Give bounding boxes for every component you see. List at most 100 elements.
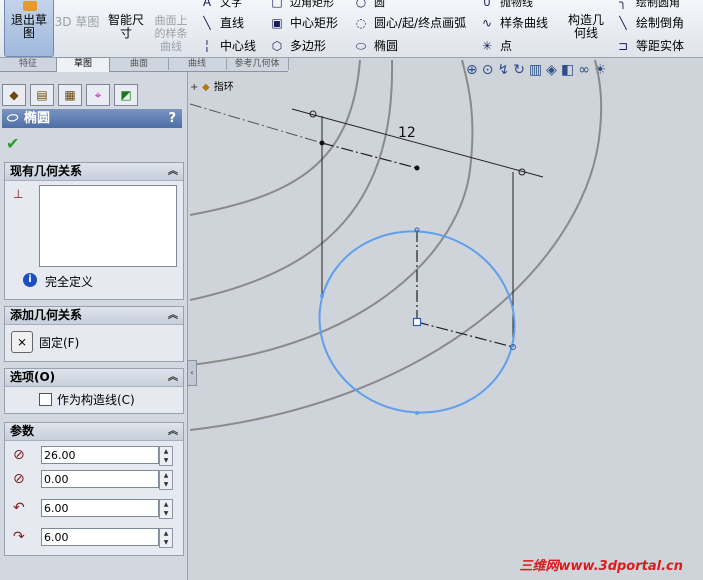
ellipse-center-point (412, 317, 422, 327)
parameters-header[interactable]: 参数 ︽ (5, 423, 183, 441)
panel-title: 椭圆 (24, 111, 51, 126)
sketch-fillet-tool[interactable]: ╮ 绘制圆角 (616, 0, 680, 10)
construction-checkbox[interactable] (39, 393, 52, 406)
relation-icon: ⊥ (13, 187, 24, 201)
options-title: 选项(O) (10, 370, 56, 384)
status-text: 完全定义 (45, 275, 94, 289)
property-manager: ◆ ▤ ▦ ⌖ ◩ ⬭ 椭圆 ? ✔ 现有几何关系 ︽ ⊥ i 完全定义 添加几何关… (0, 72, 188, 580)
center-y-row: ⊘ ▲▼ (9, 469, 177, 491)
centerline-icon: ╎ (203, 39, 211, 53)
line-tool-label: 直线 (220, 16, 245, 30)
model-arc-4 (189, 59, 603, 431)
parabola-icon: ∪ (482, 0, 492, 9)
parabola-tool[interactable]: ∪ 抛物线 (480, 0, 533, 10)
radius-1-input[interactable] (41, 499, 159, 517)
center-arc-label: 圆心/起/终点画弧 (374, 16, 467, 30)
centerline-tool[interactable]: ╎ 中心线 (200, 37, 256, 54)
circle-tool[interactable]: ○ 圆 (354, 0, 385, 10)
tab-surfaces[interactable]: 曲面 (110, 58, 169, 70)
configuration-manager-tab[interactable]: ▦ (58, 84, 82, 106)
point-tool[interactable]: ✳ 点 (480, 37, 512, 54)
center-arc-tool[interactable]: ◌ 圆心/起/终点画弧 (354, 14, 466, 31)
line-icon: ╲ (203, 16, 211, 30)
circle-icon: ○ (355, 0, 367, 9)
chevron-up-icon[interactable]: ︽ (168, 163, 178, 180)
corner-rect-label: 边角矩形 (290, 0, 334, 9)
model-arc-2 (189, 59, 394, 301)
centerline-horizontal (189, 103, 323, 144)
spline-icon: ∿ (481, 16, 493, 30)
fix-relation-icon[interactable]: ⨯ (11, 331, 33, 353)
exit-sketch-button[interactable]: 退出草图 (4, 0, 54, 57)
options-header[interactable]: 选项(O) ︽ (5, 369, 183, 387)
center-y-spinner[interactable]: ▲ ▼ (159, 470, 173, 490)
3d-sketch-button[interactable]: 3D 草图 (54, 0, 100, 56)
center-rectangle-icon: ▣ (271, 16, 283, 30)
tree-item-part[interactable]: 指环 (214, 82, 234, 93)
ellipse-major-axis (416, 321, 514, 348)
existing-relations-group: 现有几何关系 ︽ ⊥ i 完全定义 (4, 162, 184, 300)
offset-entities-label: 等距实体 (636, 39, 685, 53)
center-x-icon: ⊘ (13, 447, 25, 463)
ellipse-icon: ⬭ (6, 111, 18, 126)
help-button[interactable]: ? (168, 109, 176, 128)
display-manager-tab[interactable]: ◩ (114, 84, 138, 106)
ok-check-icon[interactable]: ✔ (6, 134, 19, 153)
chevron-up-icon[interactable]: ︽ (168, 423, 178, 440)
corner-rect-tool[interactable]: □ 边角矩形 (270, 0, 334, 10)
point-center-top (414, 165, 420, 171)
center-x-input[interactable] (41, 446, 159, 464)
radius-1-row: ↶ ▲▼ (9, 498, 177, 520)
construction-geometry-label: 构造几何线 (567, 13, 604, 40)
panel-collapse-handle[interactable]: ‹ (187, 360, 197, 386)
surface-spline-button[interactable]: 曲面上的样条曲线 (150, 0, 192, 56)
construction-geometry-button[interactable]: 构造几何线 (564, 0, 608, 56)
existing-relations-header[interactable]: 现有几何关系 ︽ (5, 163, 183, 181)
line-tool[interactable]: ╲ 直线 (200, 14, 244, 31)
tab-sketch[interactable]: 草图 (56, 57, 110, 72)
sketch-chamfer-label: 绘制倒角 (636, 16, 685, 30)
fix-relation-label[interactable]: 固定(F) (39, 334, 79, 351)
construction-label[interactable]: 作为构造线(C) (57, 391, 135, 408)
center-rect-tool[interactable]: ▣ 中心矩形 (270, 14, 338, 31)
ellipse-icon: ⬭ (355, 39, 367, 53)
chamfer-icon: ╲ (619, 16, 627, 30)
dimxpert-tab[interactable]: ⌖ (86, 84, 110, 106)
text-icon: A (202, 0, 212, 9)
point-icon: ✳ (481, 39, 493, 53)
text-tool[interactable]: A 文字 (200, 0, 242, 10)
fillet-icon: ╮ (619, 0, 627, 9)
sketch-chamfer-tool[interactable]: ╲ 绘制倒角 (616, 14, 684, 31)
radius-2-input[interactable] (41, 528, 159, 546)
property-manager-title: ⬭ 椭圆 ? (2, 109, 182, 128)
center-y-input[interactable] (41, 470, 159, 488)
rectangle-icon: □ (271, 0, 283, 9)
chevron-up-icon[interactable]: ︽ (168, 307, 178, 324)
property-manager-tab[interactable]: ▤ (30, 84, 54, 106)
offset-entities-tool[interactable]: ⊐ 等距实体 (616, 37, 684, 54)
watermark: 三维网www.3dportal.cn (519, 559, 683, 574)
expand-icon[interactable]: + (190, 82, 198, 93)
polygon-tool[interactable]: ⬡ 多边形 (270, 37, 326, 54)
dimension-value[interactable]: 12 (398, 125, 416, 141)
radius-2-spinner[interactable]: ▲ ▼ (159, 528, 173, 548)
center-x-spinner[interactable]: ▲ ▼ (159, 446, 173, 466)
parameters-title: 参数 (10, 424, 35, 438)
offset-icon: ⊐ (617, 39, 629, 53)
ellipse-tool[interactable]: ⬭ 椭圆 (354, 37, 398, 54)
smart-dimension-button[interactable]: 智能尺寸 (104, 0, 148, 56)
radius-1-spinner[interactable]: ▲ ▼ (159, 499, 173, 519)
chevron-up-icon[interactable]: ︽ (168, 369, 178, 386)
ellipse-point-left (320, 294, 324, 298)
tab-features[interactable]: 特征 (0, 58, 57, 70)
point-top (319, 140, 325, 146)
add-relations-header[interactable]: 添加几何关系 ︽ (5, 307, 183, 325)
center-x-row: ⊘ ▲▼ (9, 445, 177, 467)
feature-tree: + ◆ 指环 (190, 78, 234, 93)
spline-tool[interactable]: ∿ 样条曲线 (480, 14, 548, 31)
feature-manager-tab[interactable]: ◆ (2, 84, 26, 106)
graphics-area[interactable]: 12 (187, 57, 703, 580)
ellipse-label: 椭圆 (374, 39, 399, 53)
relations-list[interactable] (39, 185, 177, 267)
smart-dimension-label: 智能尺寸 (107, 13, 144, 40)
